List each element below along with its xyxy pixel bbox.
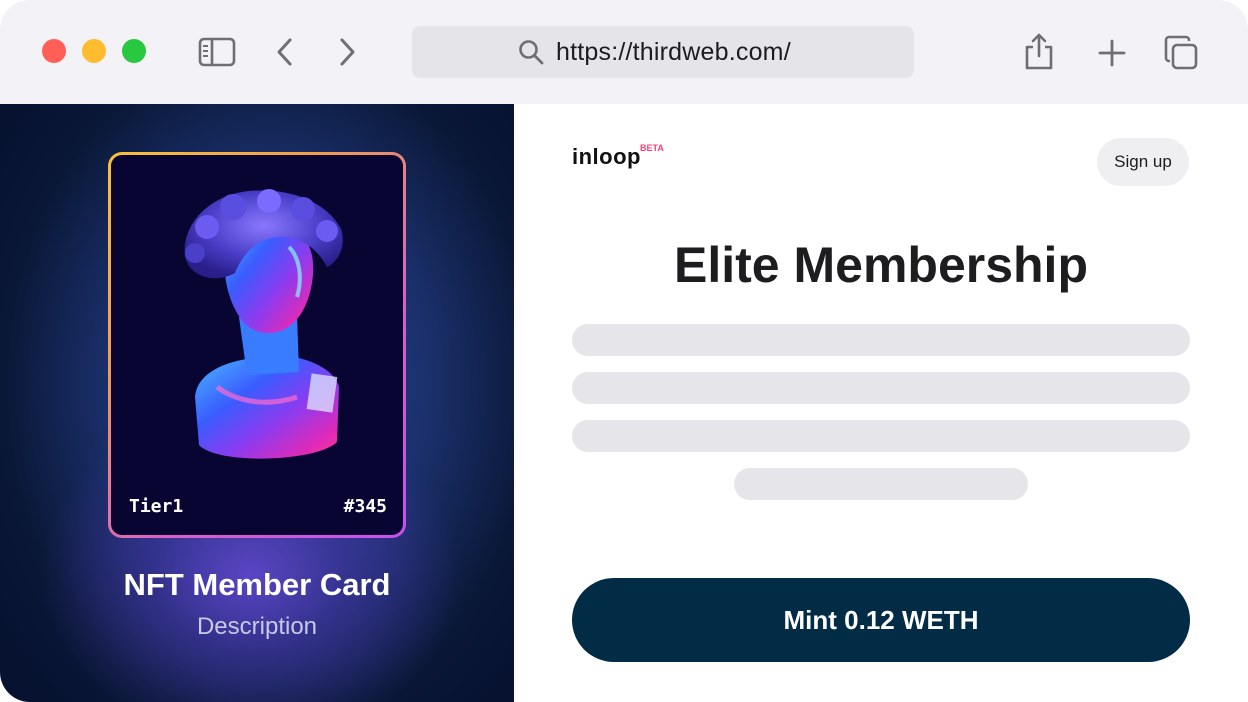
- forward-icon[interactable]: [336, 36, 360, 68]
- nft-description: Description: [196, 613, 318, 640]
- nft-bust-image: [184, 189, 343, 459]
- new-tab-icon[interactable]: [1096, 37, 1128, 69]
- nft-preview-panel: Tier1 #345 NFT Member Card Description: [0, 104, 514, 702]
- minimize-window-button[interactable]: [82, 39, 106, 63]
- card-tier-label: Tier1: [129, 496, 184, 517]
- page-title: Elite Membership: [674, 237, 1088, 293]
- share-icon[interactable]: [1022, 30, 1056, 72]
- membership-panel: inloop BETA Sign up Elite Membership Min…: [514, 104, 1248, 702]
- sign-up-button[interactable]: Sign up: [1097, 138, 1189, 186]
- text-placeholder-line: [572, 372, 1190, 404]
- nft-member-card: Tier1 #345: [108, 152, 406, 538]
- inloop-logo[interactable]: inloop BETA: [572, 143, 664, 178]
- search-icon: [518, 39, 544, 70]
- sidebar-icon[interactable]: [198, 36, 236, 68]
- zoom-window-button[interactable]: [122, 39, 146, 63]
- text-placeholder-line: [572, 324, 1190, 356]
- browser-toolbar: https://thirdweb.com/: [0, 0, 1248, 104]
- browser-window: https://thirdweb.com/ Tier1 #345 NFT Mem…: [0, 0, 1248, 702]
- address-bar[interactable]: https://thirdweb.com/: [412, 26, 914, 78]
- tabs-overview-icon[interactable]: [1162, 34, 1200, 72]
- text-placeholder-line: [734, 468, 1028, 500]
- mint-button[interactable]: Mint 0.12 WETH: [572, 578, 1190, 662]
- url-text: https://thirdweb.com/: [556, 38, 791, 66]
- beta-badge: BETA: [640, 143, 664, 153]
- nft-title: NFT Member Card: [123, 567, 391, 602]
- back-icon[interactable]: [272, 36, 296, 68]
- card-serial-number: #345: [343, 496, 387, 517]
- text-placeholder-line: [572, 420, 1190, 452]
- close-window-button[interactable]: [42, 39, 66, 63]
- logo-wordmark: inloop: [572, 144, 641, 169]
